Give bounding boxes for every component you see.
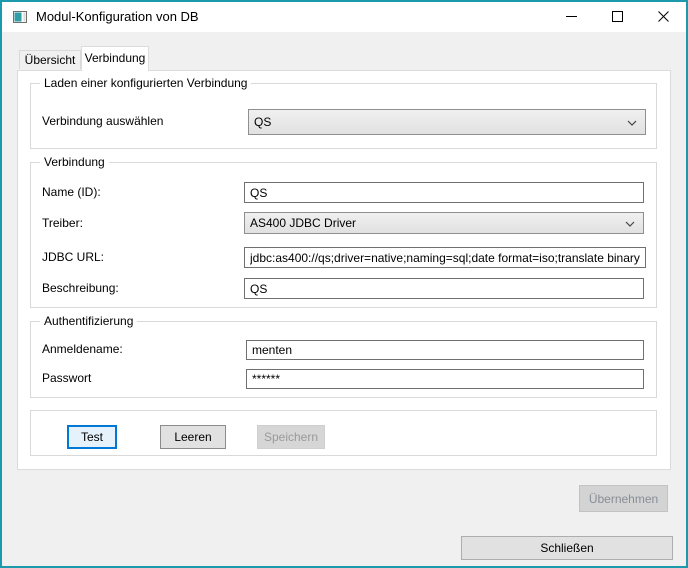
action-button-group: [30, 410, 657, 456]
name-id-label: Name (ID):: [42, 184, 101, 200]
test-button[interactable]: Test: [67, 425, 117, 449]
username-field[interactable]: [246, 340, 644, 360]
title-bar: Modul-Konfiguration von DB: [2, 2, 686, 32]
group-load-title: Laden einer konfigurierten Verbindung: [40, 76, 251, 90]
window-controls: [548, 2, 686, 32]
jdbc-url-field[interactable]: [244, 247, 646, 268]
close-icon: [658, 10, 669, 25]
connection-select-label: Verbindung auswählen: [42, 113, 163, 129]
chevron-down-icon: [627, 115, 637, 129]
clear-button[interactable]: Leeren: [160, 425, 226, 449]
driver-select[interactable]: AS400 JDBC Driver: [244, 212, 644, 234]
connection-select-value: QS: [254, 115, 627, 129]
driver-label: Treiber:: [42, 215, 83, 231]
save-button[interactable]: Speichern: [257, 425, 325, 449]
group-authentication-title: Authentifizierung: [40, 314, 137, 328]
application-icon: [12, 9, 28, 25]
window-title: Modul-Konfiguration von DB: [36, 2, 199, 32]
apply-button[interactable]: Übernehmen: [579, 485, 668, 512]
jdbc-url-label: JDBC URL:: [42, 249, 104, 265]
description-field[interactable]: [244, 278, 644, 299]
close-button[interactable]: [640, 2, 686, 32]
maximize-button[interactable]: [594, 2, 640, 32]
username-label: Anmeldename:: [42, 341, 123, 357]
group-connection-title: Verbindung: [40, 155, 109, 169]
password-field[interactable]: [246, 369, 644, 389]
password-label: Passwort: [42, 370, 91, 386]
tab-uebersicht[interactable]: Übersicht: [19, 50, 81, 69]
maximize-icon: [612, 10, 623, 25]
name-id-field[interactable]: [244, 182, 644, 203]
chevron-down-icon: [625, 216, 635, 230]
description-label: Beschreibung:: [42, 280, 119, 296]
driver-select-value: AS400 JDBC Driver: [250, 216, 625, 230]
dialog-window: Modul-Konfiguration von DB Übersicht Ver…: [0, 0, 688, 568]
close-dialog-button[interactable]: Schließen: [461, 536, 673, 560]
connection-select[interactable]: QS: [248, 109, 646, 135]
minimize-button[interactable]: [548, 2, 594, 32]
minimize-icon: [566, 10, 577, 25]
tab-verbindung[interactable]: Verbindung: [81, 46, 149, 71]
